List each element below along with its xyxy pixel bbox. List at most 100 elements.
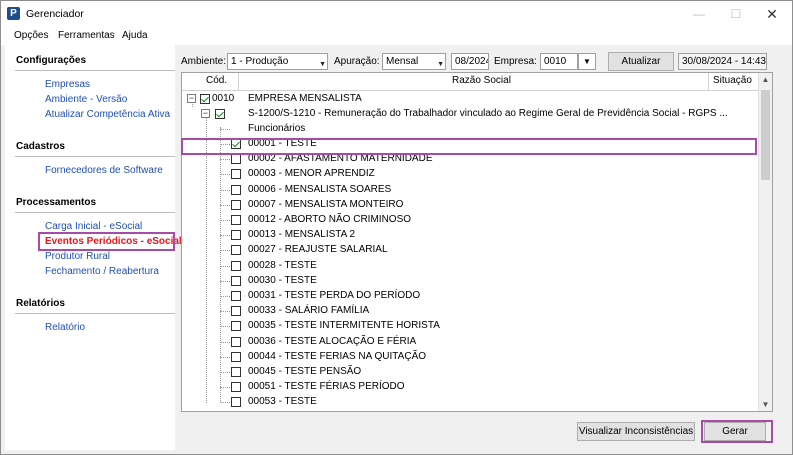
table-row[interactable]: 00028 - TESTE bbox=[182, 259, 759, 274]
vertical-scrollbar[interactable]: ▲ ▼ bbox=[758, 73, 772, 411]
menu-ferramentas[interactable]: Ferramentas bbox=[58, 30, 115, 41]
company-checkbox[interactable] bbox=[200, 94, 210, 104]
close-icon[interactable]: ✕ bbox=[760, 5, 784, 23]
employee-checkbox[interactable] bbox=[231, 351, 241, 362]
table-row[interactable]: 00013 - MENSALISTA 2 bbox=[182, 228, 759, 243]
col-header-razao-social[interactable]: Razão Social bbox=[452, 75, 511, 86]
section-title-cadastros: Cadastros bbox=[16, 141, 65, 152]
table-row[interactable]: 00051 - TESTE FÉRIAS PERÍODO bbox=[182, 380, 759, 395]
sidebar-item-empresas[interactable]: Empresas bbox=[45, 79, 90, 90]
sidebar-item-fechamento[interactable]: Fechamento / Reabertura bbox=[45, 266, 159, 277]
employee-checkbox[interactable] bbox=[231, 306, 241, 317]
tree-connector bbox=[220, 235, 230, 237]
employee-checkbox[interactable] bbox=[231, 154, 241, 165]
employee-checkbox[interactable] bbox=[231, 245, 241, 256]
section-title-configuracoes: Configurações bbox=[16, 55, 87, 66]
employee-checkbox[interactable] bbox=[231, 215, 241, 225]
visualizar-inconsistencias-button[interactable]: Visualizar Inconsistências bbox=[577, 422, 695, 441]
employee-checkbox[interactable] bbox=[231, 275, 241, 286]
section-divider bbox=[15, 70, 175, 71]
employee-label: 00006 - MENSALISTA SOARES bbox=[248, 183, 392, 195]
ambiente-select[interactable]: 1 - Produção ▼ bbox=[227, 53, 328, 70]
table-row[interactable]: 00003 - MENOR APRENDIZ bbox=[182, 167, 759, 182]
employee-label: 00012 - ABORTO NÃO CRIMINOSO bbox=[248, 214, 412, 225]
employee-checkbox[interactable] bbox=[231, 336, 241, 347]
tree-connector bbox=[220, 280, 230, 282]
employee-label: 00045 - TESTE PENSÃO bbox=[248, 366, 362, 377]
sidebar-item-atualizar-competencia[interactable]: Atualizar Competência Ativa bbox=[45, 109, 170, 120]
employee-checkbox[interactable] bbox=[231, 291, 241, 301]
menu-ajuda[interactable]: Ajuda bbox=[122, 30, 148, 41]
sidebar-item-relatorio[interactable]: Relatório bbox=[45, 322, 85, 333]
employee-checkbox[interactable] bbox=[231, 230, 241, 241]
sidebar-item-fornecedores[interactable]: Fornecedores de Software bbox=[45, 165, 163, 176]
sidebar-item-carga-inicial[interactable]: Carga Inicial - eSocial bbox=[45, 221, 142, 232]
column-divider bbox=[708, 73, 709, 90]
col-header-cod[interactable]: Cód. bbox=[206, 75, 227, 86]
table-row[interactable]: 00030 - TESTE bbox=[182, 274, 759, 289]
table-row[interactable]: 00044 - TESTE FERIAS NA QUITAÇÃO bbox=[182, 350, 759, 365]
table-row[interactable]: 00036 - TESTE ALOCAÇÃO E FÉRIA bbox=[182, 335, 759, 350]
employee-checkbox[interactable] bbox=[231, 169, 241, 180]
main-window: P Gerenciador — ☐ ✕ Opções Ferramentas A… bbox=[0, 0, 793, 455]
atualizar-button[interactable]: Atualizar bbox=[608, 52, 674, 71]
tree-connector bbox=[220, 204, 230, 206]
table-row[interactable]: 00006 - MENSALISTA SOARES bbox=[182, 183, 759, 198]
col-header-situacao[interactable]: Situação bbox=[713, 75, 752, 86]
grid-header: Cód. Razão Social Situação bbox=[182, 73, 759, 91]
period-input[interactable]: 08/2024 bbox=[451, 53, 489, 70]
collapse-icon[interactable]: − bbox=[201, 109, 210, 118]
scrollbar-thumb[interactable] bbox=[761, 90, 770, 180]
employees-grid: Cód. Razão Social Situação − 0010 EMPRES… bbox=[181, 72, 773, 412]
tree-row-event[interactable]: − S-1200/S-1210 - Remuneração do Trabalh… bbox=[182, 107, 759, 122]
employee-label: 00044 - TESTE FERIAS NA QUITAÇÃO bbox=[248, 350, 427, 362]
table-row[interactable]: 00031 - TESTE PERDA DO PERÍODO bbox=[182, 289, 759, 304]
tree-connector bbox=[220, 220, 230, 221]
employee-checkbox[interactable] bbox=[231, 199, 241, 210]
event-name: S-1200/S-1210 - Remuneração do Trabalhad… bbox=[248, 108, 728, 119]
collapse-icon[interactable]: − bbox=[187, 94, 196, 103]
table-row[interactable]: 00053 - TESTE bbox=[182, 395, 759, 410]
sidebar-item-produtor-rural[interactable]: Produtor Rural bbox=[45, 251, 110, 262]
table-row[interactable]: 00045 - TESTE PENSÃO bbox=[182, 365, 759, 380]
employee-label: 00035 - TESTE INTERMITENTE HORISTA bbox=[248, 320, 440, 332]
empresa-lookup-button[interactable]: ▼ bbox=[578, 53, 596, 70]
tree-connector bbox=[220, 189, 230, 191]
employee-checkbox[interactable] bbox=[231, 184, 241, 195]
company-code: 0010 bbox=[212, 93, 235, 104]
sidebar-item-ambiente-versao[interactable]: Ambiente - Versão bbox=[45, 94, 127, 105]
employee-label: 00007 - MENSALISTA MONTEIRO bbox=[248, 198, 404, 210]
maximize-icon[interactable]: ☐ bbox=[724, 5, 748, 23]
company-name: EMPRESA MENSALISTA bbox=[248, 93, 362, 104]
employee-label: 00003 - MENOR APRENDIZ bbox=[248, 168, 375, 180]
tree-connector bbox=[220, 387, 230, 389]
event-checkbox[interactable] bbox=[215, 109, 225, 119]
menu-opcoes[interactable]: Opções bbox=[14, 30, 48, 41]
tree-row-company[interactable]: − 0010 EMPRESA MENSALISTA bbox=[182, 92, 759, 107]
scroll-up-icon[interactable]: ▲ bbox=[759, 75, 772, 84]
sidebar: Configurações Empresas Ambiente - Versão… bbox=[5, 45, 182, 450]
employee-checkbox[interactable] bbox=[231, 260, 241, 271]
employee-label: 00036 - TESTE ALOCAÇÃO E FÉRIA bbox=[248, 335, 417, 347]
scroll-down-icon[interactable]: ▼ bbox=[759, 400, 772, 409]
table-row[interactable]: 00027 - REAJUSTE SALARIAL bbox=[182, 243, 759, 258]
apuracao-select[interactable]: Mensal ▼ bbox=[382, 53, 446, 70]
tree-connector bbox=[220, 129, 230, 130]
table-row[interactable]: 00012 - ABORTO NÃO CRIMINOSO bbox=[182, 213, 759, 228]
employee-checkbox[interactable] bbox=[231, 382, 241, 393]
tree-connector bbox=[220, 402, 230, 404]
empresa-input[interactable]: 0010 bbox=[540, 53, 578, 70]
ambiente-value: 1 - Produção bbox=[231, 56, 289, 67]
section-divider bbox=[15, 313, 175, 314]
tree-connector bbox=[220, 311, 230, 313]
chevron-down-icon: ▼ bbox=[319, 61, 326, 68]
minimize-icon[interactable]: — bbox=[687, 5, 711, 23]
table-row[interactable]: 00007 - MENSALISTA MONTEIRO bbox=[182, 198, 759, 213]
table-row[interactable]: 00033 - SALÁRIO FAMÍLIA bbox=[182, 304, 759, 319]
table-row[interactable]: 00035 - TESTE INTERMITENTE HORISTA bbox=[182, 319, 759, 334]
employee-label: 00027 - REAJUSTE SALARIAL bbox=[248, 244, 388, 256]
employee-checkbox[interactable] bbox=[231, 367, 241, 377]
column-divider bbox=[238, 73, 239, 90]
employee-checkbox[interactable] bbox=[231, 397, 241, 408]
employee-checkbox[interactable] bbox=[231, 321, 241, 332]
